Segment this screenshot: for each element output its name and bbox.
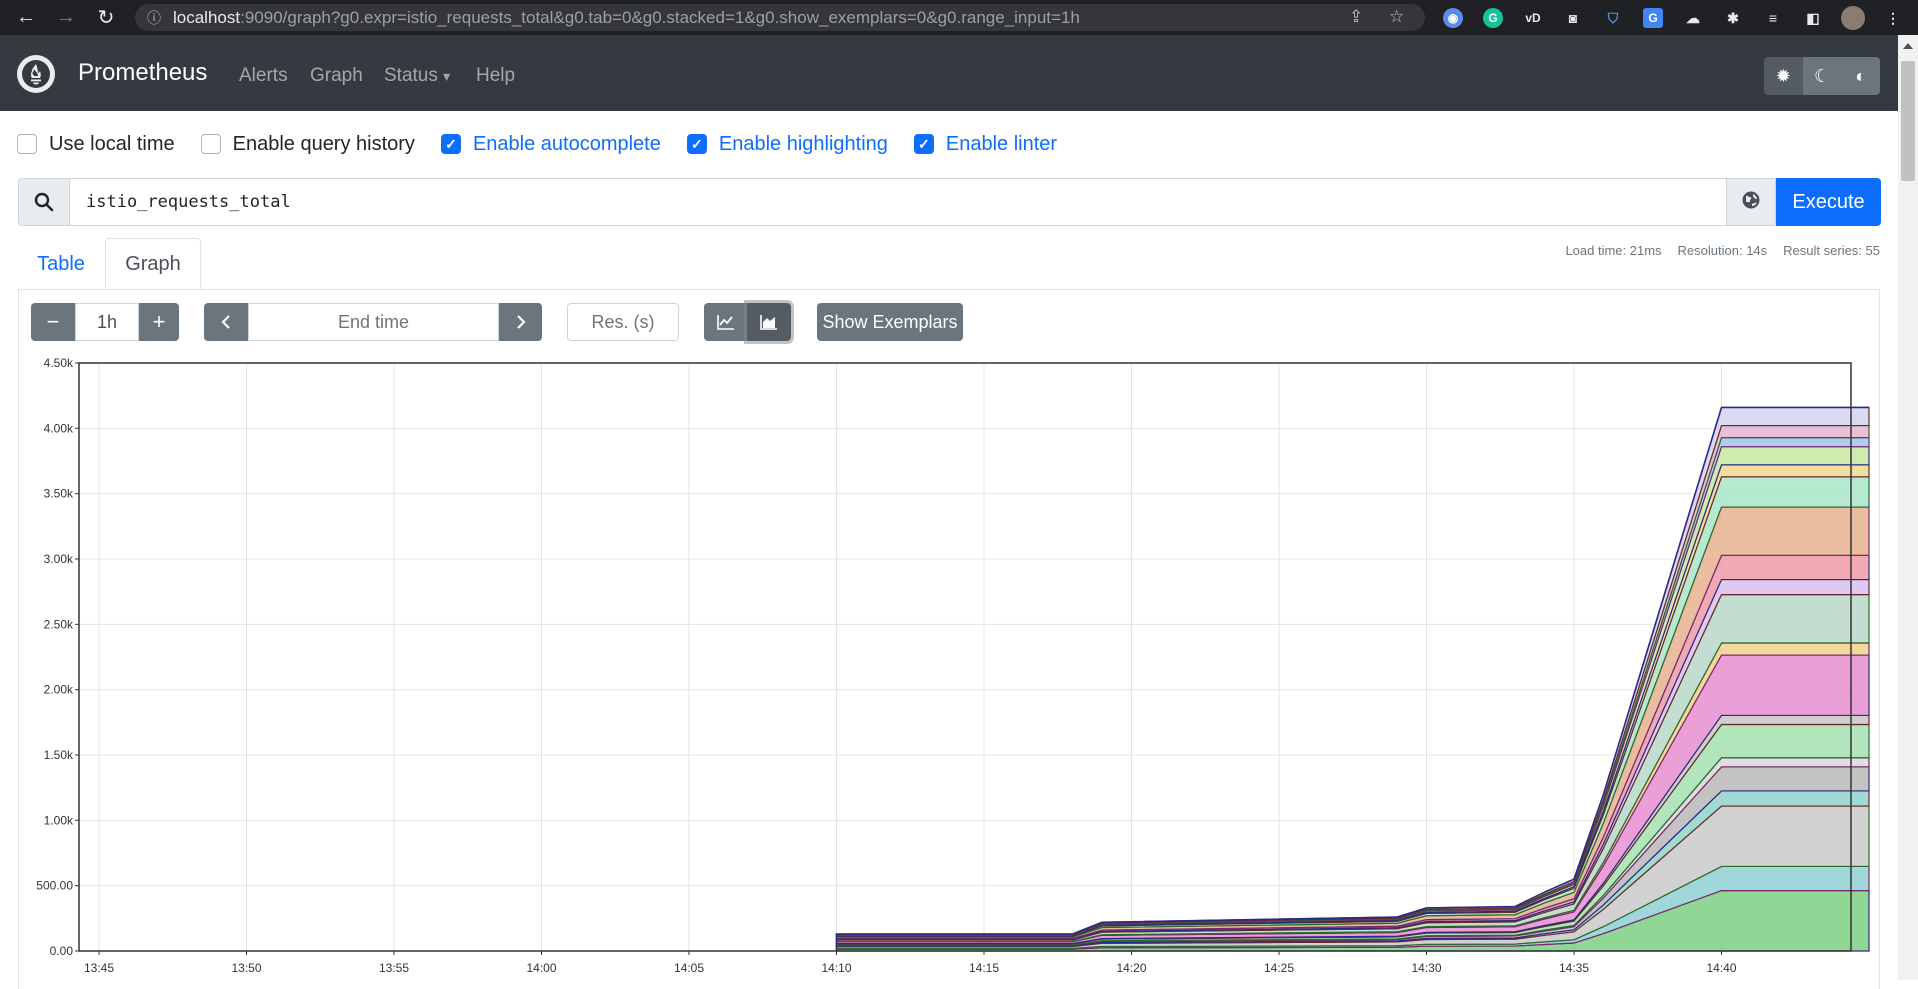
media-control-icon[interactable]: ≡ xyxy=(1758,5,1788,31)
arrow-left-icon: ← xyxy=(16,6,36,28)
page-scrollbar[interactable] xyxy=(1898,35,1918,980)
load-time: Load time: 21ms xyxy=(1565,243,1662,258)
sun-icon: ✹ xyxy=(1775,65,1791,86)
extensions-bar: ◉ G vD ◙ ⛉ G ☁ ✱ ≡ ◧ ⋮ xyxy=(1438,5,1908,31)
option-label: Enable autocomplete xyxy=(472,132,661,155)
resolution-input[interactable]: Res. (s) xyxy=(567,303,679,341)
option-enable-autocomplete[interactable]: ✓ Enable autocomplete xyxy=(440,132,661,156)
decrease-range-button[interactable]: − xyxy=(31,303,75,341)
scrollbar-thumb[interactable] xyxy=(1901,61,1915,181)
share-icon[interactable]: ⇪ xyxy=(1349,7,1363,27)
result-series: Result series: 55 xyxy=(1783,243,1880,258)
range-input[interactable]: 1h xyxy=(75,303,139,341)
scroll-up-arrow-icon[interactable] xyxy=(1903,43,1913,49)
site-info-icon[interactable]: ⓘ xyxy=(147,8,169,28)
caret-down-icon: ▾ xyxy=(443,68,451,84)
metrics-explorer-button[interactable] xyxy=(1726,178,1776,226)
nav-link-graph[interactable]: Graph xyxy=(310,65,363,87)
previous-time-button[interactable] xyxy=(204,303,248,341)
stacked-chart-button[interactable] xyxy=(747,303,791,341)
side-panel-icon[interactable]: ◧ xyxy=(1798,5,1828,31)
query-stats: Load time: 21ms Resolution: 14s Result s… xyxy=(1565,243,1880,258)
enable-linter-checkbox[interactable]: ✓ xyxy=(913,134,934,154)
increase-range-button[interactable]: + xyxy=(139,303,179,341)
query-options: Use local time Enable query history ✓ En… xyxy=(17,131,1083,157)
option-label: Enable highlighting xyxy=(718,132,888,155)
expression-input[interactable]: istio_requests_total xyxy=(70,178,1726,226)
puzzle-extensions-icon[interactable]: ✱ xyxy=(1718,5,1748,31)
nav-link-help[interactable]: Help xyxy=(476,65,515,87)
resolution: Resolution: 14s xyxy=(1677,243,1768,258)
moon-icon: ☾ xyxy=(1813,65,1831,86)
arrow-right-icon: → xyxy=(56,6,76,28)
option-label: Use local time xyxy=(49,132,175,155)
line-chart-icon xyxy=(716,315,734,330)
prometheus-logo-icon[interactable] xyxy=(17,55,55,93)
option-label: Enable linter xyxy=(945,132,1058,155)
option-enable-query-history[interactable]: Enable query history xyxy=(200,132,415,156)
bookmark-star-icon[interactable]: ☆ xyxy=(1389,7,1404,27)
chrome-menu-icon[interactable]: ⋮ xyxy=(1878,5,1908,31)
url-text: localhost:9090/graph?g0.expr=istio_reque… xyxy=(173,7,1080,27)
cloud-extension-icon[interactable]: ☁ xyxy=(1678,5,1708,31)
nav-link-alerts[interactable]: Alerts xyxy=(239,65,288,87)
area-chart-icon xyxy=(760,315,777,330)
tab-table[interactable]: Table xyxy=(18,238,104,290)
chevron-left-icon xyxy=(221,315,230,329)
unstacked-chart-button[interactable] xyxy=(704,303,747,341)
tab-graph[interactable]: Graph xyxy=(105,238,201,290)
shield-icon[interactable]: ⛉ xyxy=(1598,5,1628,31)
enable-query-history-checkbox[interactable] xyxy=(200,134,221,154)
vd-extension-icon[interactable]: vD xyxy=(1518,5,1548,31)
half-circle-icon: ◐ xyxy=(1855,65,1867,86)
option-enable-highlighting[interactable]: ✓ Enable highlighting xyxy=(686,132,888,156)
browser-theme-button[interactable]: ◐ xyxy=(1841,57,1880,95)
profile-avatar[interactable] xyxy=(1838,5,1868,31)
prometheus-navbar: Prometheus Alerts Graph Status ▾ Help ✹ … xyxy=(0,35,1898,111)
reload-button[interactable]: ↻ xyxy=(88,0,124,35)
search-icon xyxy=(18,178,70,226)
dark-theme-button[interactable]: ☾ xyxy=(1802,57,1842,95)
grammarly-icon[interactable]: G xyxy=(1478,5,1508,31)
next-time-button[interactable] xyxy=(499,303,542,341)
enable-autocomplete-checkbox[interactable]: ✓ xyxy=(440,134,461,154)
forward-button[interactable]: → xyxy=(48,0,84,35)
option-use-local-time[interactable]: Use local time xyxy=(17,133,175,156)
option-label: Enable query history xyxy=(232,132,415,155)
address-bar[interactable]: ⓘ localhost:9090/graph?g0.expr=istio_req… xyxy=(135,4,1425,31)
browser-toolbar: ← → ↻ ⓘ localhost:9090/graph?g0.expr=ist… xyxy=(0,0,1918,35)
show-exemplars-button[interactable]: Show Exemplars xyxy=(817,303,963,341)
status-label: Status xyxy=(384,65,438,86)
option-enable-linter[interactable]: ✓ Enable linter xyxy=(913,132,1058,156)
enable-highlighting-checkbox[interactable]: ✓ xyxy=(686,134,707,154)
execute-button[interactable]: Execute xyxy=(1776,178,1881,226)
globe-icon xyxy=(1741,190,1761,215)
graph-panel xyxy=(18,289,1880,989)
theme-toggle-group: ✹ ☾ ◐ xyxy=(1764,57,1880,95)
back-button[interactable]: ← xyxy=(8,0,44,35)
use-local-time-checkbox[interactable] xyxy=(17,134,37,154)
nav-link-status[interactable]: Status ▾ xyxy=(384,65,450,87)
camera-icon[interactable]: ◙ xyxy=(1558,5,1588,31)
brand-name[interactable]: Prometheus xyxy=(78,59,207,87)
chevron-right-icon xyxy=(516,315,526,329)
extension-blue-circle-icon[interactable]: ◉ xyxy=(1438,5,1468,31)
expression-row: istio_requests_total Execute xyxy=(18,178,1881,226)
end-time-input[interactable]: End time xyxy=(248,303,499,341)
translate-icon[interactable]: G xyxy=(1638,5,1668,31)
reload-icon: ↻ xyxy=(97,7,115,29)
light-theme-button[interactable]: ✹ xyxy=(1764,57,1803,95)
